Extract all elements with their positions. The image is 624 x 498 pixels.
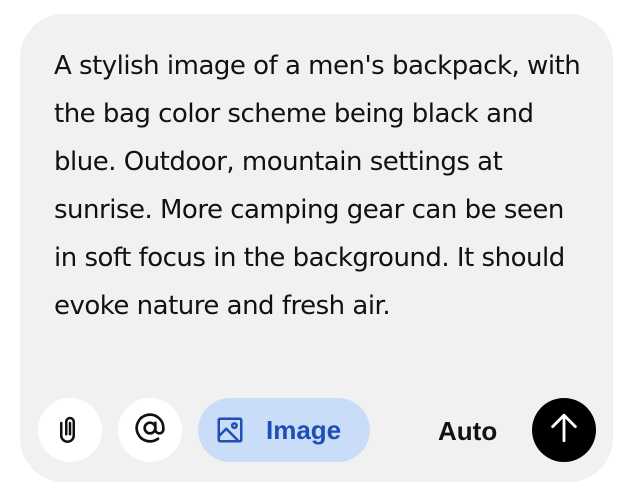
image-icon <box>214 414 246 446</box>
send-button[interactable] <box>532 398 596 462</box>
prompt-input[interactable]: A stylish image of a men's backpack, wit… <box>54 42 594 330</box>
prompt-composer: A stylish image of a men's backpack, wit… <box>20 14 613 482</box>
composer-toolbar: Image Auto <box>38 398 598 464</box>
paperclip-icon <box>55 413 85 448</box>
image-mode-label: Image <box>266 414 342 445</box>
image-mode-button[interactable]: Image <box>198 398 370 462</box>
mention-button[interactable] <box>118 398 182 462</box>
arrow-up-icon <box>547 411 581 450</box>
mode-selector[interactable]: Auto <box>438 416 497 447</box>
at-sign-icon <box>134 412 166 449</box>
attach-button[interactable] <box>38 398 102 462</box>
